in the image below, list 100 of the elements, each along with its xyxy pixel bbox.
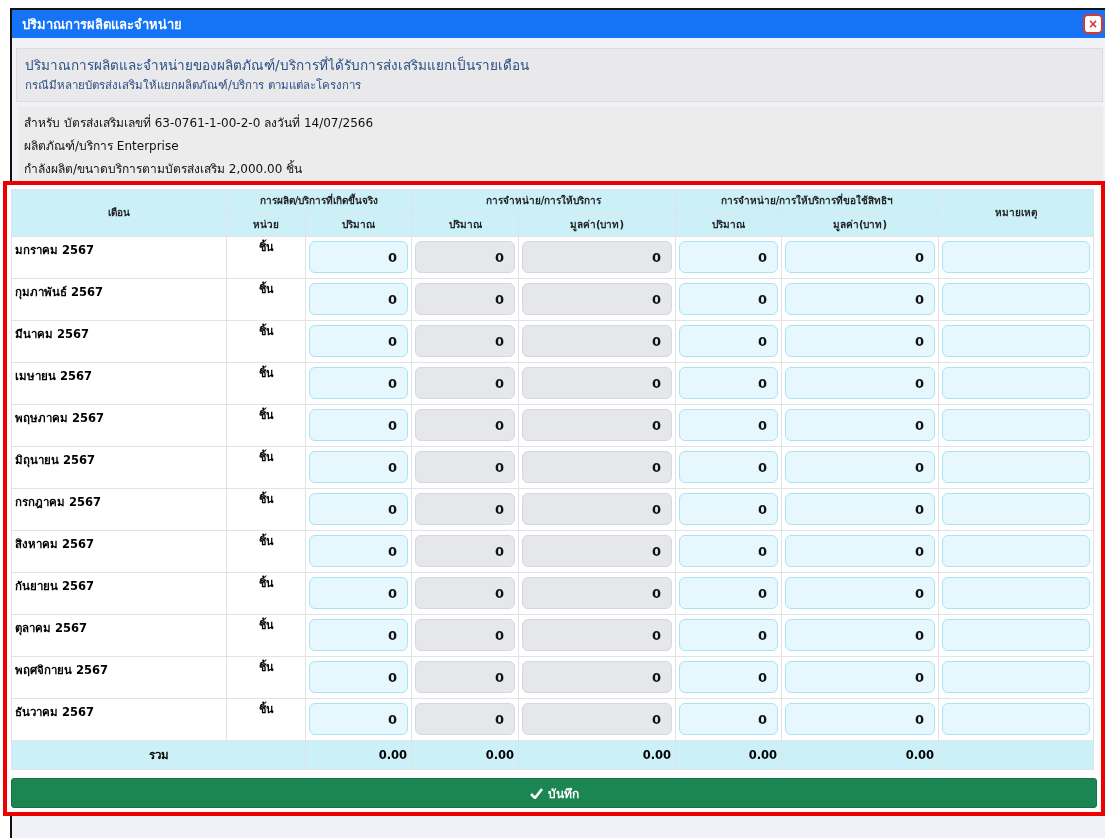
- number-input[interactable]: 0: [309, 325, 408, 357]
- number-input: 0: [415, 661, 515, 693]
- number-input: 0: [522, 409, 672, 441]
- table-cell: รวม: [11, 740, 306, 770]
- table-cell: มกราคม 2567: [11, 236, 227, 279]
- note-input[interactable]: [942, 577, 1090, 609]
- number-input: 0: [522, 451, 672, 483]
- note-input[interactable]: [942, 409, 1090, 441]
- number-input[interactable]: 0: [309, 577, 408, 609]
- number-input: 0: [522, 535, 672, 567]
- window-title: ปริมาณการผลิตและจำหน่าย: [22, 15, 182, 34]
- intro-heading: ปริมาณการผลิตและจำหน่ายของผลิตภัณฑ์/บริการที่ได้รับการส่งเสริมแยกเป็นรายเดือน: [25, 55, 530, 75]
- number-input[interactable]: 0: [309, 409, 408, 441]
- table-cell: ชิ้น: [226, 572, 306, 615]
- column-header: หมายเหตุ: [938, 189, 1094, 237]
- table-cell: 0.00: [781, 740, 939, 770]
- note-input[interactable]: [942, 451, 1090, 483]
- table-cell: ชิ้น: [226, 320, 306, 363]
- table-cell: กุมภาพันธ์ 2567: [11, 278, 227, 321]
- number-input: 0: [415, 283, 515, 315]
- number-input[interactable]: 0: [679, 325, 778, 357]
- save-button[interactable]: บันทึก: [11, 778, 1097, 808]
- number-input[interactable]: 0: [679, 409, 778, 441]
- note-input[interactable]: [942, 535, 1090, 567]
- number-input[interactable]: 0: [679, 703, 778, 735]
- column-header: มูลค่า(บาท): [518, 212, 676, 237]
- number-input: 0: [415, 409, 515, 441]
- number-input[interactable]: 0: [785, 493, 935, 525]
- number-input[interactable]: 0: [785, 409, 935, 441]
- note-input[interactable]: [942, 367, 1090, 399]
- number-input[interactable]: 0: [679, 493, 778, 525]
- table-cell: 0.00: [518, 740, 676, 770]
- column-header: ปริมาณ: [305, 212, 412, 237]
- info-text: สำหรับ บัตรส่งเสริมเลขที่ 63-0761-1-00-2-0 ลงวันที่ 14/07/2566: [24, 113, 375, 132]
- check-icon: [529, 787, 543, 799]
- column-header: มูลค่า(บาท): [781, 212, 939, 237]
- number-input[interactable]: 0: [785, 325, 935, 357]
- number-input: 0: [522, 703, 672, 735]
- number-input[interactable]: 0: [679, 451, 778, 483]
- note-input[interactable]: [942, 283, 1090, 315]
- number-input: 0: [415, 577, 515, 609]
- note-input[interactable]: [942, 661, 1090, 693]
- table-cell: ชิ้น: [226, 488, 306, 531]
- table-cell: เมษายน 2567: [11, 362, 227, 405]
- number-input[interactable]: 0: [309, 535, 408, 567]
- column-header: การจำหน่าย/การให้บริการที่ขอใช้สิทธิฯ: [675, 189, 939, 213]
- number-input[interactable]: 0: [785, 451, 935, 483]
- intro-note: กรณีมีหลายบัตรส่งเสริมให้แยกผลิตภัณฑ์/บริการ ตามแต่ละโครงการ: [25, 77, 362, 94]
- number-input[interactable]: 0: [679, 241, 778, 273]
- number-input: 0: [522, 619, 672, 651]
- number-input: 0: [522, 493, 672, 525]
- info-text: ผลิตภัณฑ์/บริการ Enterprise: [24, 138, 180, 155]
- number-input[interactable]: 0: [785, 661, 935, 693]
- number-input: 0: [522, 325, 672, 357]
- number-input[interactable]: 0: [785, 703, 935, 735]
- number-input[interactable]: 0: [679, 619, 778, 651]
- number-input[interactable]: 0: [679, 577, 778, 609]
- table-cell: ธันวาคม 2567: [11, 698, 227, 741]
- number-input: 0: [415, 493, 515, 525]
- number-input: 0: [522, 661, 672, 693]
- table-cell: 0.00: [675, 740, 782, 770]
- table-cell: ชิ้น: [226, 404, 306, 447]
- number-input[interactable]: 0: [309, 703, 408, 735]
- number-input[interactable]: 0: [785, 283, 935, 315]
- table-cell: ชิ้น: [226, 614, 306, 657]
- number-input[interactable]: 0: [309, 661, 408, 693]
- table-cell: ชิ้น: [226, 362, 306, 405]
- table-cell: ชิ้น: [226, 530, 306, 573]
- note-input[interactable]: [942, 241, 1090, 273]
- table-cell: ชิ้น: [226, 656, 306, 699]
- number-input[interactable]: 0: [785, 619, 935, 651]
- number-input[interactable]: 0: [679, 661, 778, 693]
- note-input[interactable]: [942, 619, 1090, 651]
- table-cell: 0.00: [411, 740, 519, 770]
- number-input[interactable]: 0: [309, 283, 408, 315]
- note-input[interactable]: [942, 325, 1090, 357]
- table-cell: มิถุนายน 2567: [11, 446, 227, 489]
- number-input: 0: [415, 703, 515, 735]
- number-input[interactable]: 0: [679, 283, 778, 315]
- number-input[interactable]: 0: [309, 619, 408, 651]
- number-input[interactable]: 0: [785, 241, 935, 273]
- number-input: 0: [522, 577, 672, 609]
- note-input[interactable]: [942, 493, 1090, 525]
- number-input[interactable]: 0: [679, 367, 778, 399]
- number-input[interactable]: 0: [309, 493, 408, 525]
- number-input[interactable]: 0: [679, 535, 778, 567]
- number-input[interactable]: 0: [309, 451, 408, 483]
- number-input: 0: [522, 367, 672, 399]
- close-button[interactable]: ×: [1083, 14, 1103, 34]
- number-input: 0: [522, 283, 672, 315]
- note-input[interactable]: [942, 703, 1090, 735]
- number-input[interactable]: 0: [785, 577, 935, 609]
- number-input: 0: [415, 325, 515, 357]
- number-input[interactable]: 0: [309, 367, 408, 399]
- table-cell: กรกฎาคม 2567: [11, 488, 227, 531]
- number-input[interactable]: 0: [785, 367, 935, 399]
- table-cell: พฤษภาคม 2567: [11, 404, 227, 447]
- table-cell: สิงหาคม 2567: [11, 530, 227, 573]
- number-input[interactable]: 0: [309, 241, 408, 273]
- number-input[interactable]: 0: [785, 535, 935, 567]
